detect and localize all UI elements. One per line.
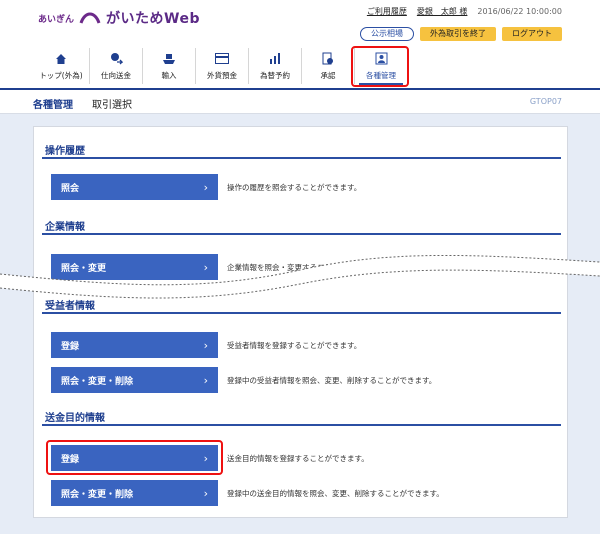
- nav-import[interactable]: 輸入: [142, 48, 195, 84]
- nav-forward[interactable]: 為替予約: [248, 48, 301, 84]
- sub-header: 各種管理 取引選択 GTOP07: [0, 90, 600, 114]
- end-forex-button[interactable]: 外為取引を終了: [420, 27, 496, 41]
- nav-label: 輸入: [161, 70, 177, 80]
- logo-main-text: がいためWeb: [106, 11, 200, 27]
- row-beneficiary-register: 登録 › 受益者情報を登録することができます。: [51, 332, 541, 358]
- exchange-rate-button[interactable]: 公示相場: [360, 27, 414, 41]
- logo-small-text: あいぎん: [38, 14, 75, 25]
- nav-approval[interactable]: 承認: [301, 48, 354, 84]
- row-description: 操作の履歴を照会することができます。: [227, 182, 362, 192]
- nav-label: 外貨預金: [207, 70, 237, 80]
- chevron-right-icon: ›: [203, 338, 208, 352]
- utility-bar: ご利用履歴 愛銀 太郎 様 2016/06/22 10:00:00: [367, 6, 562, 17]
- chevron-right-icon: ›: [203, 486, 208, 500]
- row-description: 受益者情報を登録することができます。: [227, 340, 362, 350]
- chart-icon: [268, 52, 282, 66]
- datetime: 2016/06/22 10:00:00: [477, 7, 562, 16]
- section-divider: [42, 424, 561, 426]
- nav-label: 承認: [320, 70, 336, 80]
- remittance-icon: [109, 52, 123, 66]
- ship-icon: [162, 52, 176, 66]
- beneficiary-manage-button[interactable]: 照会・変更・削除 ›: [51, 367, 218, 393]
- chevron-right-icon: ›: [203, 373, 208, 387]
- nav-remittance[interactable]: 仕向送金: [89, 48, 142, 84]
- row-description: 登録中の受益者情報を照会、変更、削除することができます。: [227, 375, 437, 385]
- beneficiary-register-button[interactable]: 登録 ›: [51, 332, 218, 358]
- section-divider: [42, 157, 561, 159]
- row-description: 登録中の送金目的情報を照会、変更、削除することができます。: [227, 488, 444, 498]
- history-link[interactable]: ご利用履歴: [367, 6, 407, 17]
- deposit-icon: [215, 52, 229, 66]
- logo[interactable]: あいぎん がいためWeb: [38, 8, 200, 28]
- button-label: 照会・変更・削除: [61, 489, 134, 500]
- button-label: 照会・変更・削除: [61, 376, 134, 387]
- purpose-manage-button[interactable]: 照会・変更・削除 ›: [51, 480, 218, 506]
- nav-top[interactable]: トップ(外為): [33, 48, 89, 84]
- approval-icon: [321, 52, 335, 66]
- row-description: 送金目的情報を登録することができます。: [227, 453, 369, 463]
- row-history-inquiry: 照会 › 操作の履歴を照会することができます。: [51, 174, 541, 200]
- page-subtitle: 取引選択: [92, 100, 132, 111]
- nav-highlight-box: [351, 46, 409, 87]
- omission-wave-overlay: [0, 254, 600, 299]
- section-title-purpose: 送金目的情報: [45, 413, 105, 424]
- header: あいぎん がいためWeb ご利用履歴 愛銀 太郎 様 2016/06/22 10…: [0, 0, 600, 90]
- screen-code: GTOP07: [529, 97, 562, 106]
- row-beneficiary-manage: 照会・変更・削除 › 登録中の受益者情報を照会、変更、削除することができます。: [51, 367, 541, 393]
- nav-label: トップ(外為): [39, 70, 83, 80]
- section-divider: [42, 312, 561, 314]
- button-label: 登録: [61, 341, 80, 352]
- logout-button[interactable]: ログアウト: [502, 27, 562, 41]
- nav-label: 為替予約: [260, 70, 290, 80]
- nav-deposit[interactable]: 外貨預金: [195, 48, 248, 84]
- home-icon: [54, 52, 68, 66]
- page-title: 各種管理: [33, 100, 73, 111]
- user-name-link[interactable]: 愛銀 太郎 様: [417, 6, 468, 17]
- logo-mark-icon: [79, 12, 101, 24]
- header-buttons: 公示相場 外為取引を終了 ログアウト: [360, 27, 562, 41]
- chevron-right-icon: ›: [203, 180, 208, 194]
- register-highlight-box: [46, 440, 223, 475]
- section-divider: [42, 233, 561, 235]
- row-purpose-manage: 照会・変更・削除 › 登録中の送金目的情報を照会、変更、削除することができます。: [51, 480, 541, 506]
- nav-label: 仕向送金: [101, 70, 131, 80]
- button-label: 照会: [61, 183, 80, 194]
- section-title-history: 操作履歴: [45, 146, 85, 157]
- section-title-company: 企業情報: [45, 222, 85, 233]
- history-inquiry-button[interactable]: 照会 ›: [51, 174, 218, 200]
